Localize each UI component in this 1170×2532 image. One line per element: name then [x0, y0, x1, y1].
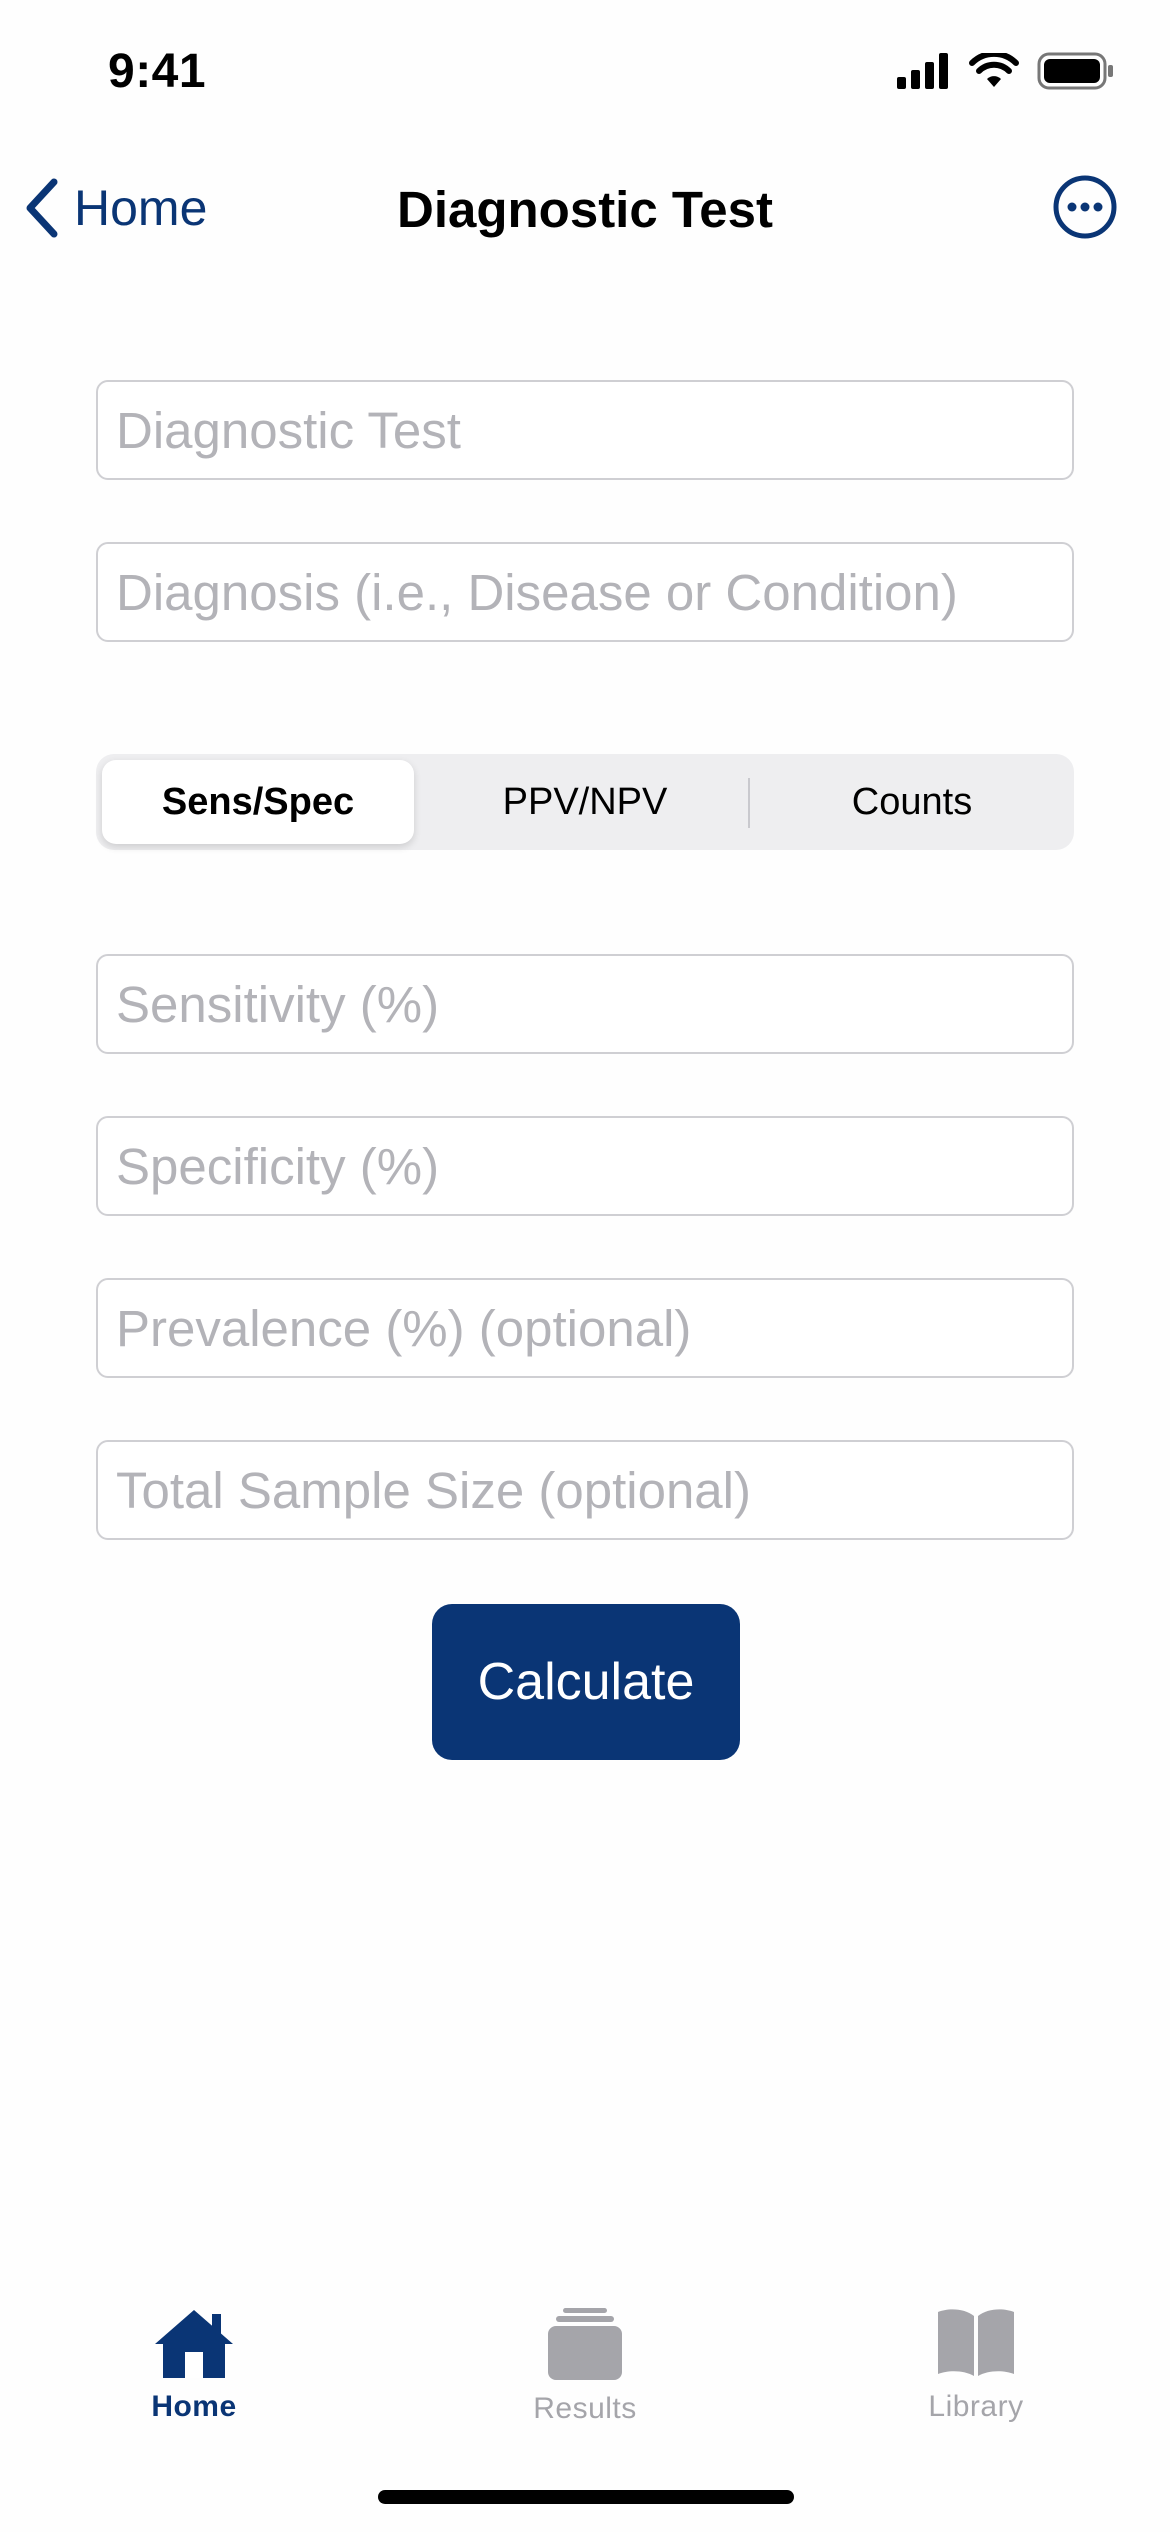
book-icon: [938, 2309, 1014, 2376]
sensitivity-input[interactable]: [96, 954, 1074, 1054]
tab-results-label: Results: [533, 2392, 637, 2425]
ellipsis-circle-icon: [1053, 175, 1117, 239]
house-icon: [155, 2310, 233, 2378]
status-bar: 9:41: [0, 0, 1170, 150]
segment-sens-spec[interactable]: Sens/Spec: [102, 760, 414, 844]
navigation-bar: Home Diagnostic Test: [0, 150, 1170, 270]
tab-bar: Home Results Library: [0, 2280, 1170, 2450]
wifi-icon: [969, 53, 1019, 87]
status-time: 9:41: [108, 45, 207, 98]
battery-icon: [1037, 52, 1113, 90]
tab-home[interactable]: Home: [84, 2306, 304, 2424]
stack-icon: [548, 2308, 622, 2380]
segment-counts[interactable]: Counts: [756, 760, 1068, 844]
prevalence-input[interactable]: [96, 1278, 1074, 1378]
tab-library[interactable]: Library: [866, 2306, 1086, 2424]
status-icons: [897, 52, 1115, 90]
segment-ppv-npv[interactable]: PPV/NPV: [429, 760, 741, 844]
segment-divider: [748, 778, 750, 828]
diagnostic-test-input[interactable]: [96, 380, 1074, 480]
specificity-input[interactable]: [96, 1116, 1074, 1216]
tab-results[interactable]: Results: [475, 2306, 695, 2426]
input-mode-segmented-control: Sens/Spec PPV/NPV Counts: [96, 754, 1074, 850]
tab-home-label: Home: [151, 2390, 237, 2423]
tab-library-label: Library: [928, 2390, 1024, 2423]
page-title: Diagnostic Test: [397, 181, 773, 238]
more-options-button[interactable]: [1052, 174, 1118, 245]
cellular-signal-icon: [897, 53, 948, 89]
home-indicator: [378, 2490, 794, 2504]
diagnosis-input[interactable]: [96, 542, 1074, 642]
calculate-button[interactable]: Calculate: [432, 1604, 740, 1760]
sample-size-input[interactable]: [96, 1440, 1074, 1540]
